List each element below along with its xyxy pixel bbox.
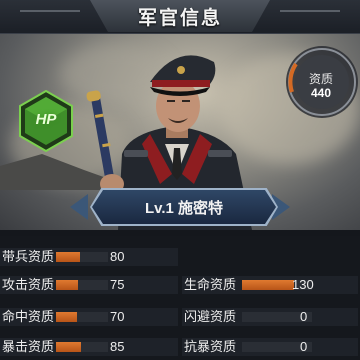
stat-bar (56, 312, 108, 322)
title-plate: 军官信息 (90, 0, 270, 32)
stat-value: 0 (300, 339, 308, 354)
officer-name: Lv.1 施密特 (144, 199, 224, 217)
cap-band (152, 80, 210, 87)
eyebrow (167, 100, 175, 102)
stat-bar (56, 252, 108, 262)
stat-row: 命中资质 70 (0, 308, 178, 326)
stat-label: 生命资质 (184, 277, 237, 292)
epaulette-left (124, 150, 148, 157)
cap-emblem (177, 66, 185, 74)
header-decoration-left (20, 10, 80, 12)
stat-label: 抗暴资质 (184, 339, 237, 354)
stat-value: 80 (110, 249, 125, 264)
stat-label: 暴击资质 (2, 339, 55, 354)
stat-row: 生命资质 130 (182, 276, 358, 294)
stat-value: 85 (110, 339, 125, 354)
stats-panel: 带兵资质 80 攻击资质 75 命中资质 70 暴击资质 85 生命资质 130… (0, 236, 360, 360)
eyebrow (182, 100, 190, 102)
stat-row: 暴击资质 85 (0, 338, 178, 356)
officer-nameplate: Lv.1 施密特 (92, 190, 276, 224)
stat-value: 130 (292, 277, 314, 292)
stat-value: 0 (300, 309, 308, 324)
qualification-label: 资质 (308, 72, 333, 86)
stat-bar-fill (56, 252, 80, 262)
face (156, 80, 200, 132)
stat-bar-fill (56, 280, 79, 290)
stat-bar-fill (56, 312, 77, 322)
stat-label: 攻击资质 (2, 277, 55, 292)
stat-bar-fill (242, 280, 294, 290)
header-bar: 军官信息 (0, 0, 360, 34)
stat-value: 75 (110, 277, 125, 292)
hp-badge-label: HP (35, 111, 57, 128)
stat-row: 带兵资质 80 (0, 248, 178, 266)
nameplate-wing-left (70, 194, 88, 220)
stat-label: 命中资质 (2, 309, 55, 324)
stat-row: 闪避资质 0 (182, 308, 358, 326)
stat-bar (56, 280, 108, 290)
stat-bar-fill (56, 342, 82, 352)
stat-value: 70 (110, 309, 125, 324)
stat-row: 攻击资质 75 (0, 276, 178, 294)
stat-label: 带兵资质 (2, 249, 55, 264)
header-decoration-right (280, 10, 340, 12)
stat-label: 闪避资质 (184, 309, 237, 324)
page-title: 军官信息 (137, 7, 222, 29)
stat-bar (56, 342, 108, 352)
epaulette-right (208, 150, 232, 157)
stat-row: 抗暴资质 0 (182, 338, 358, 356)
qualification-value: 440 (310, 86, 332, 100)
